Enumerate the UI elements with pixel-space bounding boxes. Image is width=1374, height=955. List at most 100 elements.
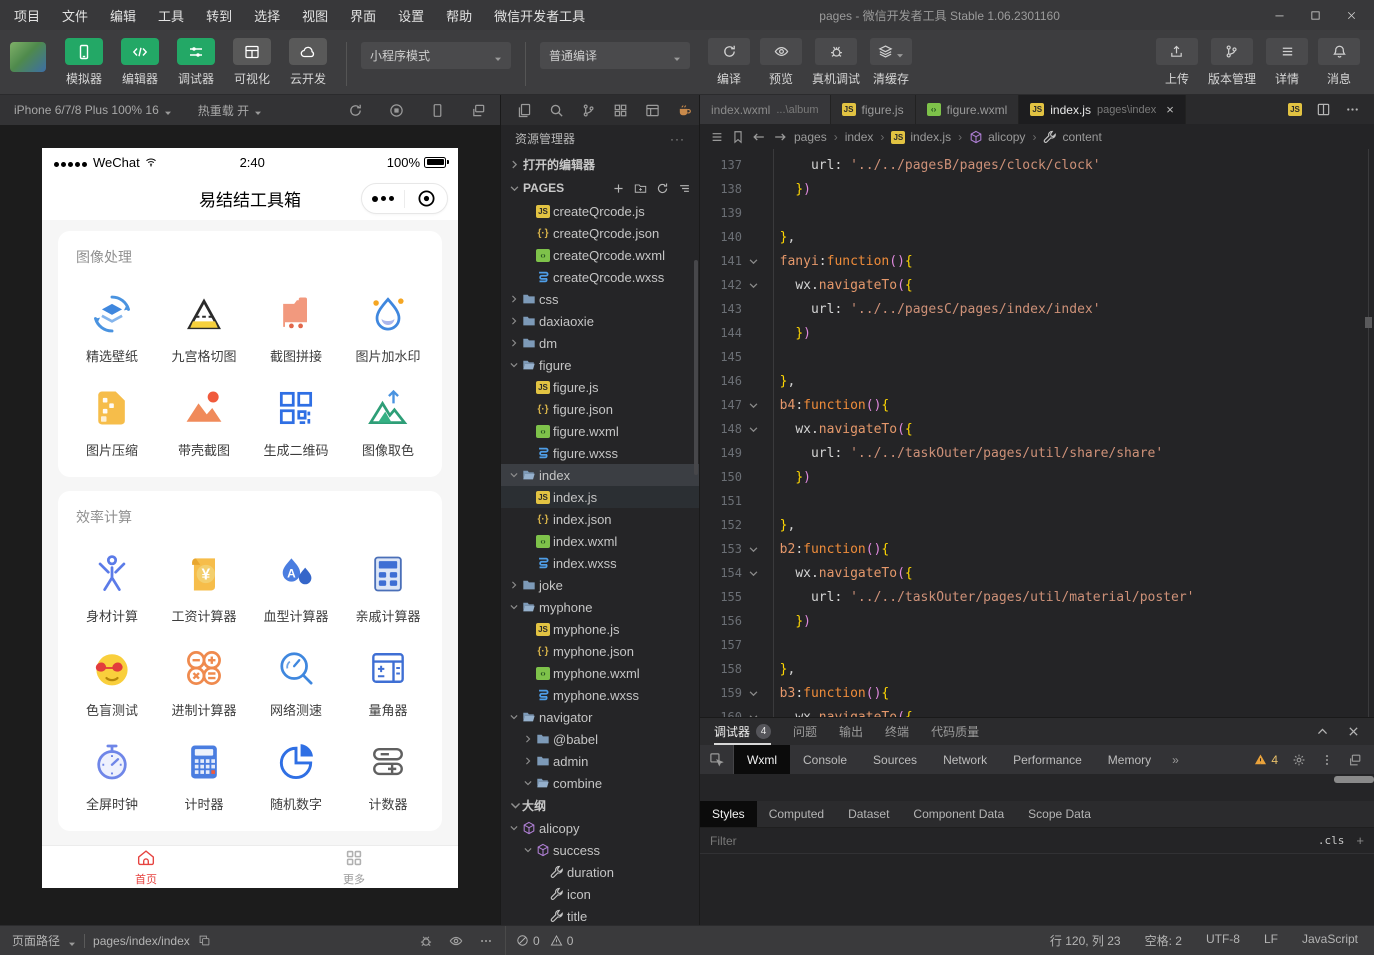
fold-chevron-icon[interactable] — [742, 400, 764, 411]
breadcrumb-item-pages[interactable]: pages — [794, 130, 827, 144]
status-item[interactable]: JavaScript — [1302, 932, 1358, 949]
git-branch-icon[interactable] — [581, 103, 596, 118]
horizontal-scrollbar[interactable] — [1334, 776, 1374, 783]
devtools-tab-Sources[interactable]: Sources — [860, 745, 930, 774]
tree-item-createQrcode.wxml[interactable]: ‹›createQrcode.wxml — [501, 244, 699, 266]
panel-icon[interactable] — [645, 103, 660, 118]
fold-chevron-icon[interactable] — [742, 544, 764, 555]
tree-item-navigator[interactable]: navigator — [501, 706, 699, 728]
app-item-工资计算器[interactable]: ¥工资计算器 — [158, 551, 250, 625]
status-item[interactable]: LF — [1264, 932, 1278, 949]
ellipsis-icon[interactable] — [479, 934, 493, 948]
subtab-Dataset[interactable]: Dataset — [836, 801, 901, 827]
tree-item-createQrcode.wxss[interactable]: createQrcode.wxss — [501, 266, 699, 288]
tree-item-alicopy[interactable]: alicopy — [501, 817, 699, 839]
fold-chevron-icon[interactable] — [742, 712, 764, 718]
page-path-label[interactable]: 页面路径 — [12, 932, 60, 949]
breadcrumb-item-index[interactable]: index — [845, 130, 874, 144]
warning-count-badge[interactable]: 4 — [1254, 753, 1278, 767]
editor-scrollbar[interactable] — [1365, 317, 1372, 328]
tree-item-index.js[interactable]: JSindex.js — [501, 486, 699, 508]
app-item-进制计算器[interactable]: 进制计算器 — [158, 645, 250, 719]
tree-item-createQrcode.json[interactable]: {·}createQrcode.json — [501, 222, 699, 244]
tree-item-createQrcode.js[interactable]: JScreateQrcode.js — [501, 200, 699, 222]
arrow-left-icon[interactable] — [752, 130, 766, 144]
more-dots-icon[interactable] — [362, 196, 404, 202]
app-item-图像取色[interactable]: 图像取色 — [342, 385, 434, 459]
tree-item-figure.js[interactable]: JSfigure.js — [501, 376, 699, 398]
device-icon[interactable] — [430, 103, 445, 118]
fold-chevron-icon[interactable] — [742, 688, 764, 699]
action-真机调试[interactable]: 真机调试 — [812, 38, 860, 87]
app-item-色盲测试[interactable]: 色盲测试 — [66, 645, 158, 719]
debugger-tab-问题[interactable]: 问题 — [793, 718, 817, 745]
tree-item-daxiaoxie[interactable]: daxiaoxie — [501, 310, 699, 332]
dots-v-icon[interactable] — [1320, 753, 1334, 767]
tree-item-css[interactable]: css — [501, 288, 699, 310]
editor-tab-figure.wxml[interactable]: ‹›figure.wxml — [916, 95, 1020, 124]
overflow-tabs-icon[interactable]: » — [1164, 745, 1187, 774]
status-item[interactable]: 行 120, 列 23 — [1050, 932, 1121, 949]
app-item-量角器[interactable]: 量角器 — [342, 645, 434, 719]
debugger-tab-终端[interactable]: 终端 — [885, 718, 909, 745]
eye-icon[interactable] — [449, 934, 463, 948]
breadcrumb-item-alicopy[interactable]: alicopy — [969, 130, 1025, 144]
editor-tab-index.js[interactable]: JSindex.jspages\index× — [1019, 95, 1186, 124]
devtools-tab-Performance[interactable]: Performance — [1000, 745, 1095, 774]
device-select[interactable]: iPhone 6/7/8 Plus 100% 16 — [14, 103, 172, 117]
tree-item-myphone.js[interactable]: JSmyphone.js — [501, 618, 699, 640]
record-icon[interactable] — [389, 103, 404, 118]
windows-icon[interactable] — [471, 103, 486, 118]
inspect-element-icon[interactable] — [700, 745, 734, 774]
tree-item-myphone.wxss[interactable]: myphone.wxss — [501, 684, 699, 706]
debugger-tab-调试器[interactable]: 调试器4 — [714, 718, 771, 745]
app-item-身材计算[interactable]: 身材计算 — [66, 551, 158, 625]
ellipsis-icon[interactable] — [1345, 102, 1360, 117]
pages-icon[interactable] — [517, 103, 532, 118]
menu-item-工具[interactable]: 工具 — [158, 6, 184, 25]
outline-section[interactable]: 大纲 — [501, 794, 699, 817]
action-编译[interactable]: 编译 — [708, 38, 750, 87]
devtools-tab-Wxml[interactable]: Wxml — [734, 745, 790, 774]
reload-icon[interactable] — [348, 103, 363, 118]
reload-icon[interactable] — [656, 182, 669, 195]
status-item[interactable]: 空格: 2 — [1145, 932, 1182, 949]
ellipsis-icon[interactable]: ··· — [670, 132, 685, 146]
action-消息[interactable]: 消息 — [1318, 38, 1360, 87]
menu-item-帮助[interactable]: 帮助 — [446, 6, 472, 25]
app-item-血型计算器[interactable]: A血型计算器 — [250, 551, 342, 625]
arrow-right-icon[interactable] — [773, 130, 787, 144]
menu-item-微信开发者工具[interactable]: 微信开发者工具 — [494, 6, 585, 25]
search-icon[interactable] — [549, 103, 564, 118]
copy-path-icon[interactable] — [198, 934, 211, 947]
tree-item-index.wxml[interactable]: ‹›index.wxml — [501, 530, 699, 552]
tree-item-joke[interactable]: joke — [501, 574, 699, 596]
action-清缓存[interactable]: 清缓存 — [870, 38, 912, 87]
open-editors-section[interactable]: 打开的编辑器 — [501, 152, 699, 176]
tree-item-dm[interactable]: dm — [501, 332, 699, 354]
grid-icon[interactable] — [613, 103, 628, 118]
tree-item-figure[interactable]: figure — [501, 354, 699, 376]
windows-icon[interactable] — [1348, 753, 1362, 767]
explorer-scrollbar[interactable] — [694, 260, 698, 475]
app-item-网络测速[interactable]: 网络测速 — [250, 645, 342, 719]
app-item-截图拼接[interactable]: 截图拼接 — [250, 291, 342, 365]
app-item-亲戚计算器[interactable]: 亲戚计算器 — [342, 551, 434, 625]
js-file-icon[interactable]: JS — [1288, 103, 1302, 116]
app-item-随机数字[interactable]: 随机数字 — [250, 739, 342, 813]
menu-item-选择[interactable]: 选择 — [254, 6, 280, 25]
close-tab-icon[interactable]: × — [1166, 102, 1174, 117]
split-icon[interactable] — [1316, 102, 1331, 117]
project-avatar[interactable] — [10, 42, 46, 72]
menu-item-编辑[interactable]: 编辑 — [110, 6, 136, 25]
toggle-可视化[interactable]: 可视化 — [228, 38, 276, 87]
devtools-tab-Memory[interactable]: Memory — [1095, 745, 1164, 774]
wxml-tree-viewport[interactable] — [700, 774, 1374, 801]
menu-item-视图[interactable]: 视图 — [302, 6, 328, 25]
editor-tab-index.wxml[interactable]: index.wxml...\album — [700, 95, 831, 124]
fold-chevron-icon[interactable] — [742, 256, 764, 267]
toggle-调试器[interactable]: 调试器 — [172, 38, 220, 87]
subtab-Scope Data[interactable]: Scope Data — [1016, 801, 1103, 827]
tree-item-icon[interactable]: icon — [501, 883, 699, 905]
add-style-button[interactable]: + — [1356, 833, 1364, 848]
